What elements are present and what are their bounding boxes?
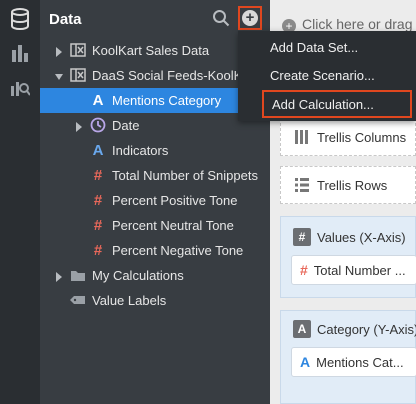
category-axis-label: Category (Y-Axis) [317, 322, 416, 337]
values-axis-drop[interactable]: # Values (X-Axis) # Total Number ... [280, 216, 416, 298]
add-button[interactable]: + [238, 6, 262, 30]
measure-icon: # [93, 166, 103, 184]
category-chip[interactable]: A Mentions Cat... [291, 347, 416, 377]
database-icon[interactable] [9, 8, 31, 30]
plus-icon: + [242, 10, 258, 26]
category-axis-drop[interactable]: A Category (Y-Axis) A Mentions Cat... [280, 310, 416, 404]
tree-item[interactable]: A Indicators [40, 138, 270, 163]
tree-item-label: Indicators [112, 143, 169, 158]
measure-icon: # [300, 262, 308, 278]
rows-icon [294, 177, 310, 193]
values-chip[interactable]: # Total Number ... [291, 255, 416, 285]
menu-item-create-scenario[interactable]: Create Scenario... [238, 61, 416, 89]
tree-item-label: DaaS Social Feeds-KoolKart [92, 68, 258, 83]
menu-item-add-data-set[interactable]: Add Data Set... [238, 33, 416, 61]
tree-item[interactable]: Value Labels [40, 288, 270, 313]
caret-right-icon[interactable] [55, 45, 63, 57]
bar-chart-icon[interactable] [9, 42, 31, 64]
values-axis-label: Values (X-Axis) [317, 230, 406, 245]
folder-icon [70, 267, 86, 283]
caret-down-icon[interactable] [55, 70, 63, 80]
clock-icon [90, 117, 106, 133]
tree-item-label: Total Number of Snippets [112, 168, 258, 183]
tree-item-label: Percent Neutral Tone [112, 218, 234, 233]
attribute-icon: A [92, 91, 104, 109]
tree-item[interactable]: # Percent Positive Tone [40, 188, 270, 213]
values-chip-label: Total Number ... [313, 262, 406, 278]
icon-rail [0, 0, 40, 404]
tree-item[interactable]: A Mentions Category [40, 88, 270, 113]
tree-item-label: Mentions Category [112, 93, 222, 108]
measure-icon: # [93, 191, 103, 209]
category-chip-label: Mentions Cat... [316, 354, 404, 370]
trellis-rows-label: Trellis Rows [317, 178, 388, 193]
tag-icon [70, 292, 86, 308]
add-menu: Add Data Set... Create Scenario... Add C… [238, 31, 416, 121]
tree-item[interactable]: My Calculations [40, 263, 270, 288]
tree-item-label: Percent Negative Tone [112, 243, 244, 258]
hash-icon: # [293, 228, 311, 246]
caret-right-icon[interactable] [75, 120, 83, 132]
tree-item[interactable]: # Percent Neutral Tone [40, 213, 270, 238]
tree-item-label: KoolKart Sales Data [92, 43, 210, 58]
attribute-icon: A [300, 354, 311, 370]
tree-item-label: Date [112, 118, 140, 133]
measure-icon: # [93, 241, 103, 259]
panel-title: Data [49, 11, 82, 28]
tree-item[interactable]: DaaS Social Feeds-KoolKart [40, 63, 270, 88]
search-icon[interactable] [212, 9, 230, 27]
attribute-badge-icon: A [293, 320, 311, 338]
tree-item[interactable]: # Percent Negative Tone [40, 238, 270, 263]
tree-item[interactable]: KoolKart Sales Data [40, 38, 270, 63]
dataset-icon [70, 42, 86, 58]
drop-hint-text: Click here or drag [302, 16, 413, 32]
tree-item[interactable]: Date [40, 113, 270, 138]
trellis-columns-drop[interactable]: Trellis Columns [280, 118, 416, 156]
attribute-icon: A [92, 141, 104, 159]
trellis-rows-drop[interactable]: Trellis Rows [280, 166, 416, 204]
tree-item[interactable]: # Total Number of Snippets [40, 163, 270, 188]
tree-item-label: Percent Positive Tone [112, 193, 238, 208]
tree-item-label: Value Labels [92, 293, 167, 308]
dataset-icon [70, 67, 86, 83]
menu-item-add-calculation[interactable]: Add Calculation... [262, 90, 412, 118]
analyze-icon[interactable] [9, 76, 31, 98]
data-panel: Data + KoolKart Sales Data DaaS Social Fe… [40, 0, 270, 404]
trellis-columns-label: Trellis Columns [317, 130, 407, 145]
measure-icon: # [93, 216, 103, 234]
tree-item-label: My Calculations [92, 268, 184, 283]
columns-icon [294, 129, 310, 145]
caret-right-icon[interactable] [55, 270, 63, 282]
